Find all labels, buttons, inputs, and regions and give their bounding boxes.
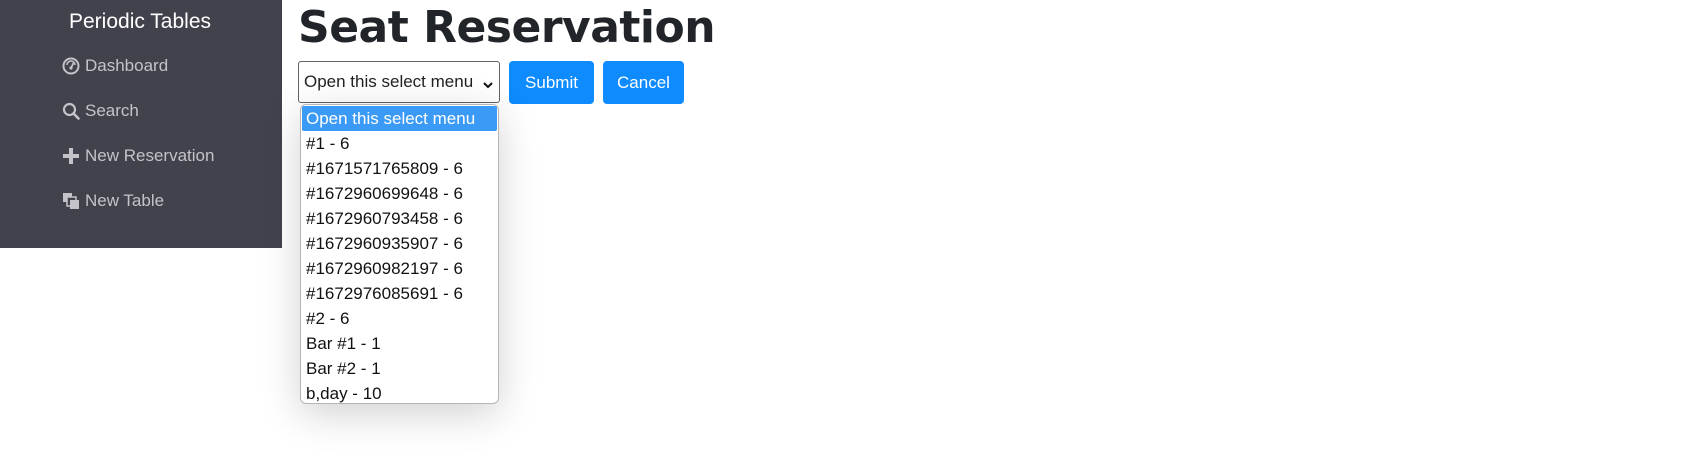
select-value: Open this select menu — [304, 72, 474, 91]
sidebar-item-dashboard[interactable]: Dashboard — [61, 54, 168, 78]
page-title: Seat Reservation — [298, 2, 716, 53]
select-option[interactable]: #1672960699648 - 6 — [301, 181, 498, 206]
plus-icon — [61, 146, 81, 166]
sidebar-item-label: New Reservation — [85, 146, 215, 165]
table-icon — [61, 191, 81, 211]
dashboard-icon — [61, 56, 81, 76]
select-option[interactable]: #1672960935907 - 6 — [301, 231, 498, 256]
sidebar-item-label: Dashboard — [85, 56, 169, 75]
sidebar-item-search[interactable]: Search — [61, 99, 139, 123]
select-option[interactable]: Bar #2 - 1 — [301, 356, 498, 381]
brand-title[interactable]: Periodic Tables — [0, 8, 280, 36]
submit-button[interactable]: Submit — [509, 61, 594, 104]
select-option[interactable]: b,day - 10 — [301, 381, 498, 403]
select-option[interactable]: #1672960982197 - 6 — [301, 256, 498, 281]
select-option[interactable]: Open this select menu — [302, 106, 497, 131]
sidebar-item-new-table[interactable]: New Table — [61, 189, 164, 213]
select-option[interactable]: #1672976085691 - 6 — [301, 281, 498, 306]
select-option[interactable]: #2 - 6 — [301, 306, 498, 331]
cancel-button[interactable]: Cancel — [603, 61, 684, 104]
sidebar-item-new-reservation[interactable]: New Reservation — [61, 144, 214, 168]
search-icon — [61, 101, 81, 121]
select-option[interactable]: #1671571765809 - 6 — [301, 156, 498, 181]
table-select[interactable]: Open this select menu — [298, 61, 500, 103]
sidebar: Periodic Tables Dashboard Search New Res… — [0, 0, 282, 248]
select-option[interactable]: #1 - 6 — [301, 131, 498, 156]
chevron-down-icon — [482, 76, 494, 89]
select-dropdown-list: Open this select menu #1 - 6 #1671571765… — [300, 104, 499, 404]
select-option[interactable]: Bar #1 - 1 — [301, 331, 498, 356]
sidebar-item-label: Search — [85, 101, 139, 120]
sidebar-item-label: New Table — [85, 191, 165, 210]
select-option[interactable]: #1672960793458 - 6 — [301, 206, 498, 231]
